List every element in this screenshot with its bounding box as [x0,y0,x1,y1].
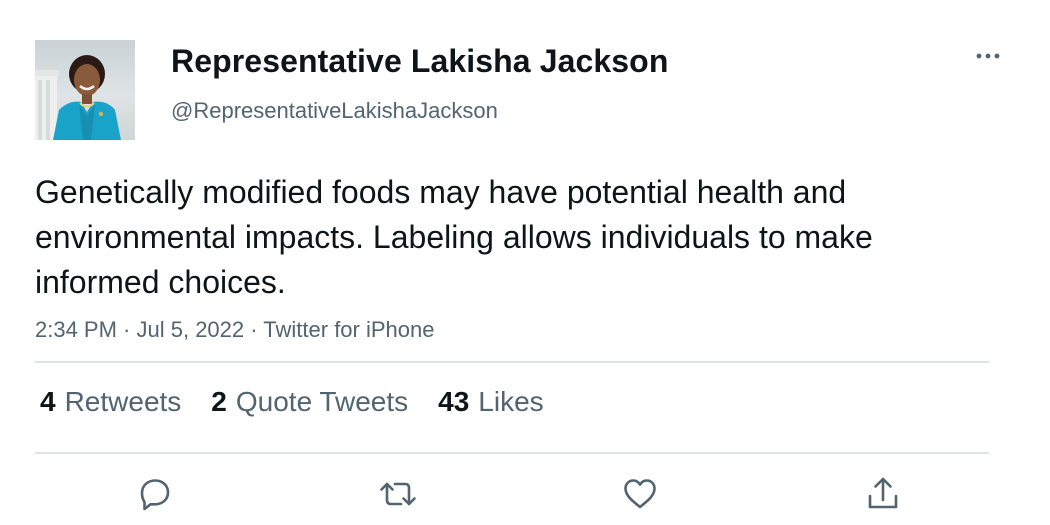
more-horizontal-icon [976,53,1000,59]
share-upload-icon [868,477,898,509]
tweet-source[interactable]: Twitter for iPhone [263,317,434,342]
retweets-label: Retweets [64,386,182,417]
divider [35,452,989,454]
tweet-text: Genetically modified foods may have pote… [35,174,873,300]
divider [35,361,989,363]
likes-stat[interactable]: 43 Likes [438,386,544,418]
tweet-detail: Representative Lakisha Jackson @Represen… [0,0,1050,525]
reply-button[interactable] [133,472,177,516]
retweet-button[interactable] [376,472,420,516]
avatar-portrait-image [35,55,121,140]
engagement-stats: 4 Retweets 2 Quote Tweets 43 Likes [40,386,574,418]
author-display-name[interactable]: Representative Lakisha Jackson [171,43,668,80]
tweet-date[interactable]: Jul 5, 2022 [137,317,245,342]
share-button[interactable] [861,472,905,516]
meta-separator: · [116,317,137,342]
quote-tweets-count: 2 [211,386,227,417]
more-options-button[interactable] [968,40,1008,72]
retweets-stat[interactable]: 4 Retweets [40,386,181,418]
retweets-count: 4 [40,386,56,417]
likes-count: 43 [438,386,470,417]
tweet-time[interactable]: 2:34 PM [35,317,117,342]
avatar[interactable] [35,40,135,140]
tweet-metadata: 2:34 PM · Jul 5, 2022 · Twitter for iPho… [35,317,434,343]
meta-separator: · [244,317,264,342]
likes-label: Likes [478,386,544,417]
author-handle[interactable]: @RepresentativeLakishaJackson [171,98,498,124]
reply-bubble-icon [140,479,170,511]
quote-tweets-stat[interactable]: 2 Quote Tweets [211,386,408,418]
heart-icon [624,479,656,509]
quote-tweets-label: Quote Tweets [235,386,409,417]
like-button[interactable] [618,472,662,516]
action-bar [0,472,1050,516]
retweet-arrows-icon [380,482,416,506]
